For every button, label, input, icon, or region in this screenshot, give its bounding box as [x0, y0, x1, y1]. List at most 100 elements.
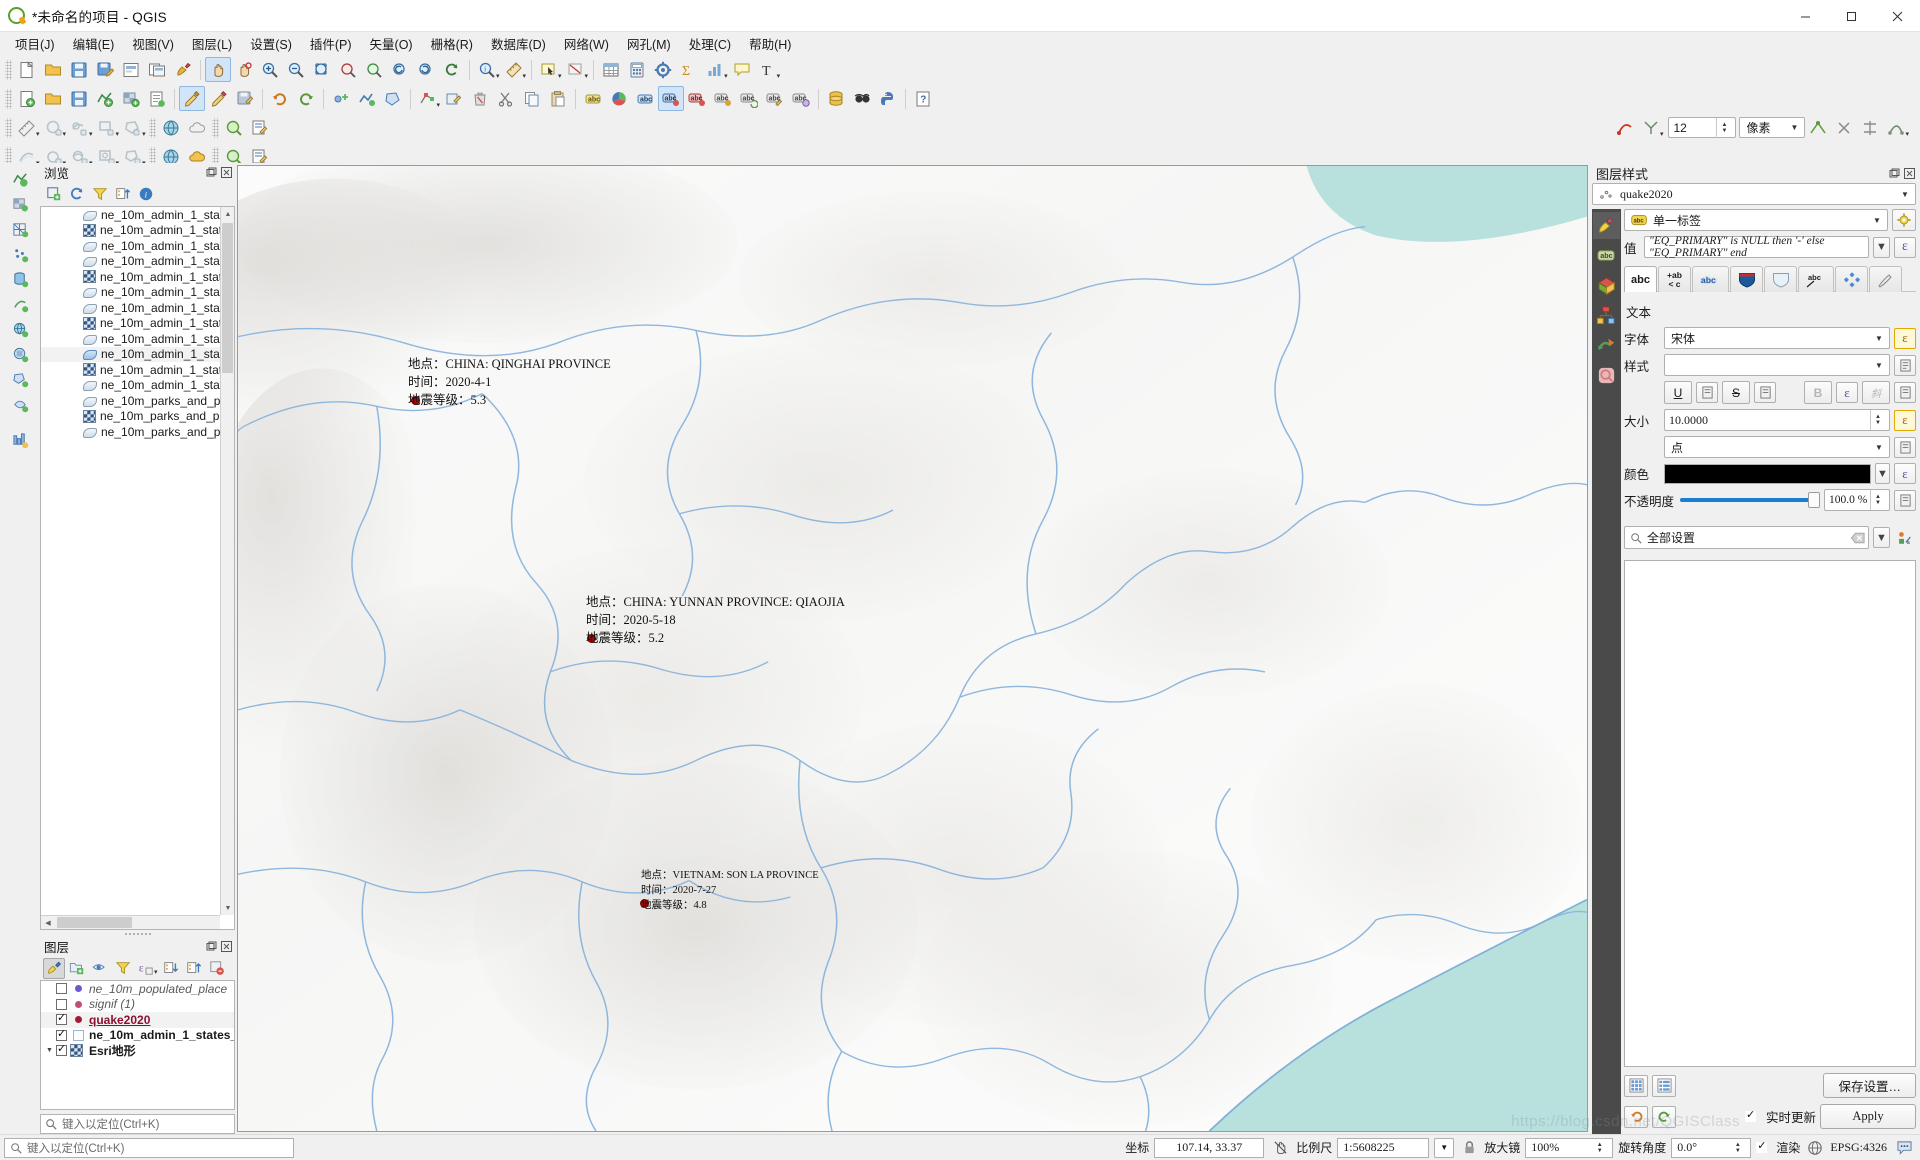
layer-styling-icon[interactable]: [43, 958, 65, 979]
filter-icon[interactable]: [89, 184, 111, 205]
coord-field[interactable]: 107.14, 33.37: [1154, 1138, 1264, 1158]
color-data-defined-icon[interactable]: ε: [1894, 463, 1916, 484]
browser-float-icon[interactable]: [205, 166, 218, 179]
rotation-field[interactable]: 0.0° ▲▼: [1671, 1138, 1751, 1158]
menu-layer[interactable]: 图层(L): [183, 32, 241, 55]
font-combo[interactable]: 宋体 ▼: [1664, 327, 1890, 349]
cloud-icon[interactable]: [184, 115, 210, 140]
save-layer-edits-icon[interactable]: [66, 86, 92, 111]
save-edits-icon[interactable]: [232, 86, 258, 111]
styling-close-icon[interactable]: [1903, 167, 1916, 180]
style-manager-icon[interactable]: [170, 57, 196, 82]
locator-bar[interactable]: 键入以定位(Ctrl+K): [40, 1114, 235, 1134]
layer-item[interactable]: ▼Esri地形: [41, 1043, 234, 1059]
bold-data-defined-icon[interactable]: ε: [1836, 382, 1858, 403]
value-expression-dropdown-icon[interactable]: ▼: [1873, 237, 1890, 258]
filter-legend-icon[interactable]: [112, 958, 134, 979]
list-view-button[interactable]: [1652, 1075, 1676, 1097]
browser-item[interactable]: ne_10m_parks_and_pro: [41, 393, 220, 409]
expand-toggle-icon[interactable]: ▼: [43, 1047, 56, 1054]
crs-label[interactable]: EPSG:4326: [1830, 1140, 1887, 1155]
size-unit-combo[interactable]: 点 ▼: [1664, 436, 1890, 458]
deselect-icon[interactable]: [563, 57, 589, 82]
grid-view-button[interactable]: [1624, 1075, 1648, 1097]
scale-dropdown-icon[interactable]: ▼: [1434, 1138, 1454, 1158]
masks-tab-icon[interactable]: [1593, 272, 1620, 299]
zoom-in-icon[interactable]: [257, 57, 283, 82]
python-console-icon[interactable]: [875, 86, 901, 111]
expand-all-icon[interactable]: [160, 958, 182, 979]
copy-features-icon[interactable]: [519, 86, 545, 111]
layers-close-icon[interactable]: [220, 940, 233, 953]
browser-item[interactable]: ne_10m_admin_1_states: [41, 331, 220, 347]
modify-attributes-icon[interactable]: [441, 86, 467, 111]
browser-scroll-left-icon[interactable]: ◀: [41, 916, 55, 930]
menu-edit[interactable]: 编辑(E): [64, 32, 124, 55]
remove-layer-icon[interactable]: [206, 958, 228, 979]
magnifier-field[interactable]: 100% ▲▼: [1525, 1138, 1613, 1158]
label-layer-icon[interactable]: abc: [580, 86, 606, 111]
layer-visibility-checkbox[interactable]: [56, 1045, 67, 1056]
layers-float-icon[interactable]: [205, 940, 218, 953]
help-icon[interactable]: ?: [910, 86, 936, 111]
layout-manager-icon[interactable]: [144, 57, 170, 82]
browser-item[interactable]: ne_10m_admin_1_states: [41, 269, 220, 285]
strikethrough-data-defined-icon[interactable]: [1754, 382, 1776, 403]
scale-field[interactable]: 1:5608225: [1337, 1138, 1429, 1158]
label-properties-icon[interactable]: abc: [788, 86, 814, 111]
snap-tolerance-spinner[interactable]: ▲▼: [1716, 118, 1731, 138]
toggle-editing-icon[interactable]: [206, 86, 232, 111]
show-hide-labels-icon[interactable]: abc: [684, 86, 710, 111]
size-spinner[interactable]: ▲▼: [1870, 410, 1885, 430]
add-line-feature-icon[interactable]: [354, 86, 380, 111]
locator-search-field[interactable]: 键入以定位(Ctrl+K): [4, 1138, 294, 1158]
chart-icon[interactable]: [702, 57, 728, 82]
browser-item[interactable]: ne_10m_admin_1_states: [41, 285, 220, 301]
add-delimited-text-rail-icon[interactable]: [3, 242, 37, 266]
redo-edit-icon[interactable]: [293, 86, 319, 111]
browser-hscrollbar[interactable]: ◀: [41, 915, 220, 929]
open-project-icon[interactable]: [40, 57, 66, 82]
browser-item[interactable]: ne_10m_parks_and_pro: [41, 409, 220, 425]
browser-item[interactable]: ne_10m_admin_1_states: [41, 238, 220, 254]
browser-close-icon[interactable]: [220, 166, 233, 179]
move-label-icon[interactable]: abc: [710, 86, 736, 111]
browser-item[interactable]: ne_10m_admin_1_states: [41, 254, 220, 270]
pan-to-selection-icon[interactable]: [231, 57, 257, 82]
opacity-data-defined-icon[interactable]: [1894, 490, 1916, 511]
tab-buffer[interactable]: abc: [1692, 266, 1729, 292]
layers-tree[interactable]: ne_10m_populated_placesignif (1)quake202…: [40, 980, 235, 1110]
browser-item[interactable]: ne_10m_admin_1_states: [41, 347, 220, 363]
add-wms-layer-rail-icon[interactable]: [3, 317, 37, 341]
split-features-icon[interactable]: [94, 115, 120, 140]
statistics-icon[interactable]: Σ: [676, 57, 702, 82]
refresh-icon[interactable]: [66, 184, 88, 205]
processing-toolbox-icon[interactable]: [650, 57, 676, 82]
zoom-last-icon[interactable]: [387, 57, 413, 82]
menu-web[interactable]: 网络(W): [555, 32, 618, 55]
settings-search-dropdown-icon[interactable]: ▼: [1873, 527, 1890, 548]
cut-polygon-icon[interactable]: [41, 115, 67, 140]
delete-selected-icon[interactable]: [467, 86, 493, 111]
menu-database[interactable]: 数据库(D): [482, 32, 555, 55]
zoom-full-icon[interactable]: [309, 57, 335, 82]
browser-item[interactable]: ne_10m_parks_and_pro: [41, 424, 220, 440]
opacity-slider[interactable]: [1680, 490, 1820, 510]
3d-view-tab-icon[interactable]: [1593, 332, 1620, 359]
add-delimited-text-icon[interactable]: [144, 86, 170, 111]
toolbar-grip[interactable]: [212, 118, 219, 138]
snap-intersections-icon[interactable]: [1857, 115, 1883, 140]
vertex-tool-icon[interactable]: [415, 86, 441, 111]
symbology-tab-icon[interactable]: [1593, 212, 1620, 239]
node-tool-icon[interactable]: [1612, 115, 1638, 140]
merge-features-icon[interactable]: [120, 115, 146, 140]
rotation-spinner[interactable]: ▲▼: [1730, 1138, 1745, 1158]
cut-features-icon[interactable]: [493, 86, 519, 111]
field-calculator-icon[interactable]: [624, 57, 650, 82]
layer-item[interactable]: signif (1): [41, 997, 234, 1013]
web-map-icon[interactable]: [158, 115, 184, 140]
menu-processing[interactable]: 处理(C): [680, 32, 740, 55]
zoom-to-layer-icon[interactable]: [361, 57, 387, 82]
add-point-feature-icon[interactable]: [328, 86, 354, 111]
browser-item[interactable]: ne_10m_admin_1_states: [41, 378, 220, 394]
